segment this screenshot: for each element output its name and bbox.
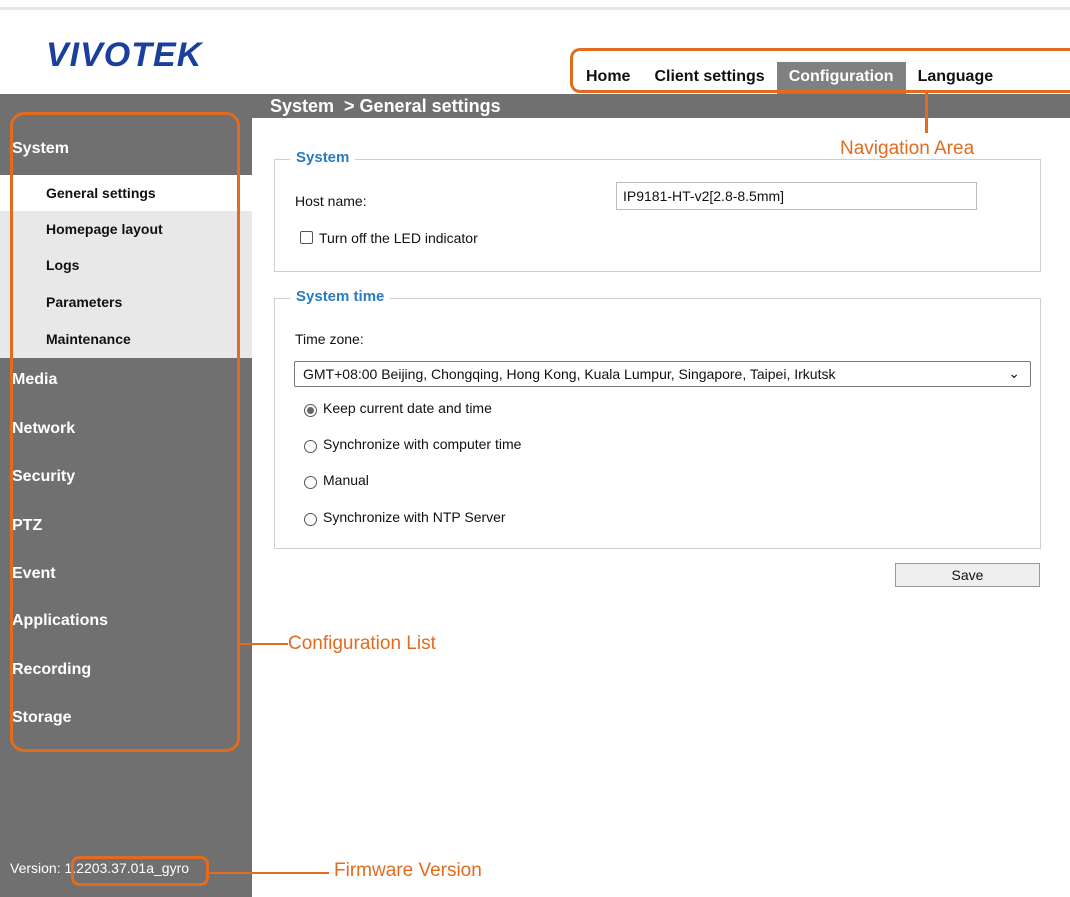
- top-border: [0, 0, 1070, 10]
- time-zone-select[interactable]: GMT+08:00 Beijing, Chongqing, Hong Kong,…: [294, 361, 1031, 387]
- configuration-list-highlight: [10, 112, 240, 752]
- navigation-area-highlight: [570, 48, 1070, 93]
- navigation-area-pointer: [925, 93, 928, 133]
- led-checkbox[interactable]: [300, 231, 313, 244]
- firmware-version-pointer: [209, 872, 329, 874]
- system-legend: System: [290, 149, 356, 166]
- radio-ntp-server[interactable]: [304, 513, 317, 526]
- system-time-legend: System time: [290, 288, 391, 305]
- radio-sync-computer[interactable]: [304, 440, 317, 453]
- radio-keep-current-label: Keep current date and time: [323, 400, 492, 416]
- firmware-version-annotation: Firmware Version: [334, 860, 482, 881]
- host-name-label: Host name:: [295, 193, 367, 209]
- radio-manual-label: Manual: [323, 472, 369, 488]
- time-zone-value: GMT+08:00 Beijing, Chongqing, Hong Kong,…: [303, 366, 836, 382]
- chevron-down-icon: ⌄: [1008, 365, 1020, 381]
- radio-manual[interactable]: [304, 476, 317, 489]
- save-button[interactable]: Save: [895, 563, 1040, 587]
- radio-keep-current[interactable]: [304, 404, 317, 417]
- system-fieldset: [274, 159, 1041, 272]
- configuration-list-label: Configuration List: [288, 633, 436, 654]
- radio-ntp-server-label: Synchronize with NTP Server: [323, 509, 506, 525]
- vivotek-logo: VIVOTEK: [46, 36, 203, 74]
- time-zone-label: Time zone:: [295, 331, 364, 347]
- host-name-input[interactable]: [616, 182, 977, 210]
- firmware-version-highlight: [71, 856, 209, 886]
- navigation-area-label: Navigation Area: [840, 138, 975, 159]
- radio-sync-computer-label: Synchronize with computer time: [323, 436, 522, 452]
- configuration-list-pointer: [240, 643, 288, 645]
- breadcrumb: System > General settings: [270, 96, 501, 116]
- led-label: Turn off the LED indicator: [319, 230, 478, 246]
